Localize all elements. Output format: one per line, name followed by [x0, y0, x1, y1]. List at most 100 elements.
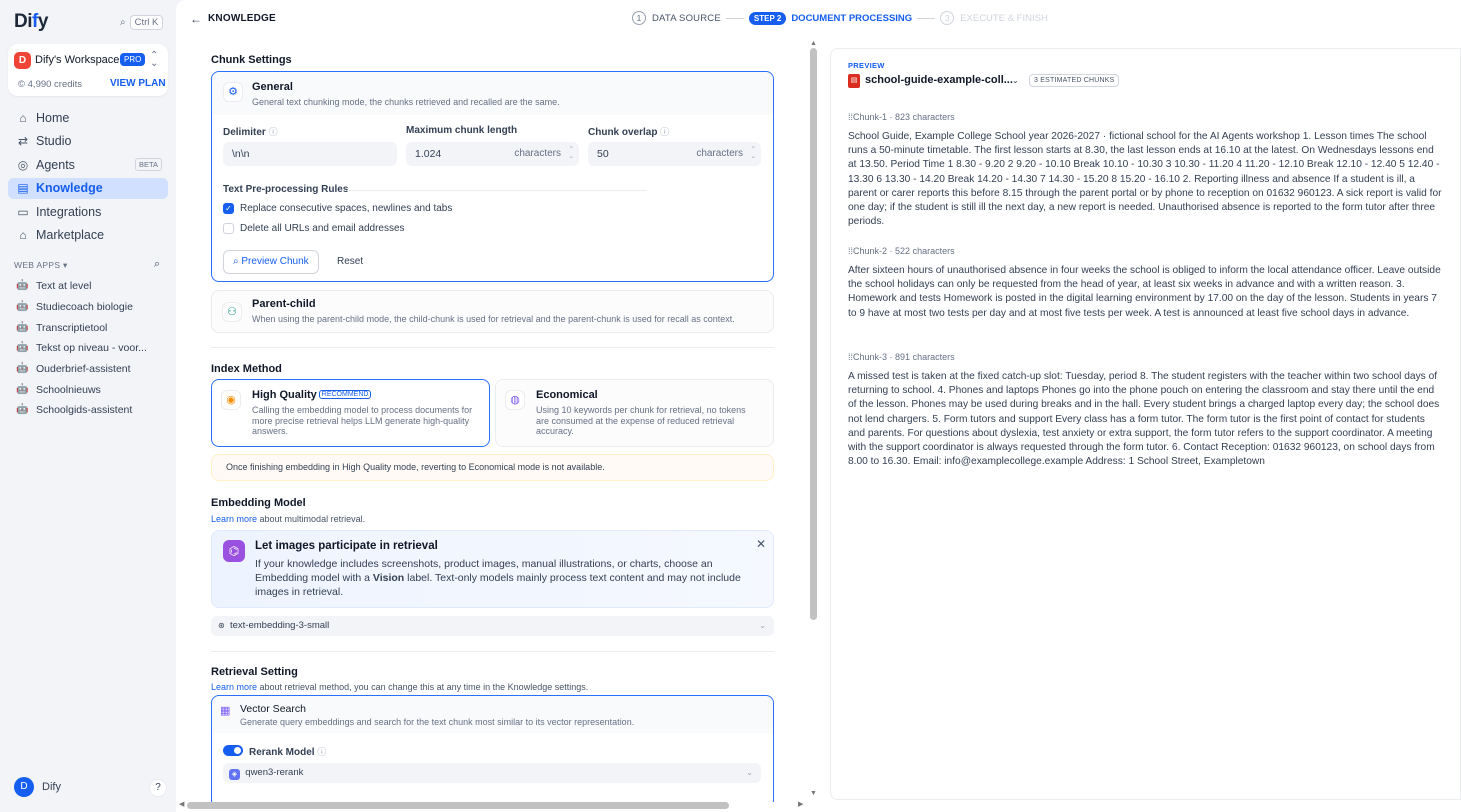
chevron-down-icon[interactable]: ⌄ [1012, 76, 1019, 85]
robot-icon: 🤖 [16, 301, 29, 313]
high-quality-title: High Quality RECOMMEND [252, 389, 372, 401]
qwen-icon: ◈ [229, 769, 240, 780]
dify-logo[interactable]: Dify [14, 11, 48, 33]
web-app-item[interactable]: 🤖 Schoolnieuws [8, 379, 168, 400]
high-quality-icon: ◉ [221, 390, 241, 410]
step-data-source[interactable]: DATA SOURCE [652, 13, 721, 24]
web-apps-toggle[interactable]: WEB APPS ▾ [14, 260, 68, 271]
index-warning-notice: Once finishing embedding in High Quality… [211, 454, 774, 481]
nav-home[interactable]: ⌂ Home [8, 107, 168, 128]
embedding-model-value: text-embedding-3-small [229, 620, 330, 631]
back-arrow-icon[interactable]: ← [190, 12, 202, 26]
workspace-card[interactable]: D Dify's Workspace PRO ⌃ ⌄ © 4,990 credit… [8, 44, 168, 96]
preview-file-name[interactable]: school-guide-example-coll... [865, 74, 1013, 86]
vector-search-card[interactable]: ▦ Vector Search Generate query embedding… [211, 695, 774, 802]
estimated-chunks-badge: 3 ESTIMATED CHUNKS [1029, 74, 1120, 87]
replace-spaces-label[interactable]: Replace consecutive spaces, newlines and… [240, 203, 452, 214]
close-icon[interactable]: ✕ [756, 537, 766, 551]
step-number: 3 [940, 11, 955, 25]
delimiter-input[interactable]: \n\n [223, 142, 397, 166]
max-length-input[interactable]: 1.024 characters ⌃ ⌄ [406, 142, 579, 166]
learn-more-link[interactable]: Learn more [211, 682, 257, 692]
nav-agents[interactable]: ◎ Agents BETA [8, 154, 168, 175]
image-retrieval-banner: ⌬ Let images participate in retrieval If… [211, 530, 774, 608]
rerank-model-select[interactable]: ◈ qwen3-rerank ⌄ [223, 763, 761, 783]
overlap-label: Chunk overlap ⓘ [588, 127, 670, 138]
chevron-down-icon: ⌄ [746, 768, 753, 777]
web-app-item[interactable]: 🤖 Transcriptietool [8, 317, 168, 338]
reset-button[interactable]: Reset [337, 256, 363, 267]
step-number: 1 [632, 11, 646, 25]
delete-urls-label[interactable]: Delete all URLs and email addresses [240, 223, 405, 234]
recommend-badge: RECOMMEND [318, 390, 372, 399]
search-icon[interactable]: ⌕ [154, 258, 160, 271]
nav-integrations[interactable]: ▭ Integrations [8, 201, 168, 222]
scroll-left-arrow-icon[interactable]: ◀ [179, 800, 184, 808]
parent-child-desc: When using the parent-child mode, the ch… [252, 314, 735, 324]
image-icon: ⌬ [223, 540, 245, 562]
scroll-right-arrow-icon[interactable]: ▶ [798, 800, 803, 808]
help-button[interactable]: ? [149, 779, 167, 797]
stepper-icon[interactable]: ⌃ ⌄ [569, 146, 574, 160]
shortcut-key: Ctrl K [129, 15, 164, 30]
divider [211, 347, 774, 348]
embedding-model-title: Embedding Model [211, 497, 306, 509]
parent-child-icon: ⚇ [222, 302, 242, 322]
main-panel: ← KNOWLEDGE 1 DATA SOURCE STEP 2 DOCUMEN… [176, 0, 1461, 812]
rerank-toggle[interactable] [223, 745, 243, 756]
replace-spaces-checkbox[interactable]: ✓ [223, 203, 234, 214]
app-label: Schoolgids-assistent [36, 404, 133, 417]
high-quality-desc: Calling the embedding model to process d… [252, 405, 473, 436]
general-mode-card[interactable]: ⚙ General General text chunking mode, th… [211, 71, 774, 282]
scroll-down-arrow-icon[interactable]: ▼ [810, 790, 817, 797]
rules-title: Text Pre-processing Rules [223, 184, 349, 195]
robot-icon: 🤖 [16, 280, 29, 292]
app-label: Studiecoach biologie [36, 301, 133, 314]
nav-label: Home [36, 110, 70, 125]
stepper-icon[interactable]: ⌃ ⌄ [751, 146, 756, 160]
learn-more-link[interactable]: Learn more [211, 514, 257, 524]
index-method-title: Index Method [211, 363, 282, 375]
web-app-item[interactable]: 🤖 Schoolgids-assistent [8, 400, 168, 421]
nav-marketplace[interactable]: ⌂ Marketplace [8, 225, 168, 246]
general-desc: General text chunking mode, the chunks r… [252, 97, 560, 107]
nav-studio[interactable]: ⇄ Studio [8, 131, 168, 152]
web-app-item[interactable]: 🤖 Text at level [8, 276, 168, 297]
economical-card[interactable]: ◍ Economical Using 10 keywords per chunk… [495, 379, 774, 447]
scroll-up-arrow-icon[interactable]: ▲ [810, 40, 817, 47]
web-app-item[interactable]: 🤖 Studiecoach biologie [8, 297, 168, 318]
overlap-input[interactable]: 50 characters ⌃ ⌄ [588, 142, 761, 166]
user-avatar[interactable]: D [14, 777, 34, 797]
switch-workspace-icon[interactable]: ⌃ ⌄ [150, 51, 158, 69]
horizontal-scrollbar[interactable] [187, 802, 729, 809]
nav-knowledge[interactable]: ▤ Knowledge [8, 177, 168, 199]
robot-icon: 🤖 [16, 342, 29, 354]
nav-label: Knowledge [36, 181, 103, 195]
high-quality-card[interactable]: ◉ High Quality RECOMMEND Calling the embe… [211, 379, 490, 447]
pdf-file-icon: ▤ [848, 74, 860, 88]
grid-icon: ▦ [220, 705, 231, 717]
web-app-item[interactable]: 🤖 Ouderbrief-assistent [8, 359, 168, 380]
web-app-item[interactable]: 🤖 Tekst op niveau - voor... [8, 338, 168, 359]
delete-urls-checkbox[interactable] [223, 223, 234, 234]
preview-chunk-button[interactable]: ⌕ Preview Chunk [223, 250, 319, 274]
preview-panel: PREVIEW ▤ school-guide-example-coll... ⌄… [830, 48, 1461, 800]
unit-label: characters [696, 148, 743, 159]
parent-child-mode-card[interactable]: ⚇ Parent-child When using the parent-chi… [211, 290, 774, 333]
settings-form: Chunk Settings ⚙ General General text ch… [211, 46, 774, 802]
embedding-model-select[interactable]: ⊛ text-embedding-3-small ⌄ [211, 616, 774, 636]
step-number-active: STEP 2 [748, 11, 787, 25]
nav-label: Marketplace [36, 228, 105, 242]
chunk-header: ⁞⁞Chunk-2 · 522 characters [848, 246, 955, 256]
search-shortcut[interactable]: ⌕ Ctrl K [120, 15, 164, 30]
view-plan-link[interactable]: VIEW PLAN [110, 78, 166, 89]
robot-icon: 🤖 [16, 404, 29, 416]
step-document-processing: DOCUMENT PROCESSING [791, 12, 913, 24]
user-name[interactable]: Dify [42, 781, 61, 793]
beta-badge: BETA [134, 158, 162, 171]
max-length-value: 1.024 [415, 148, 442, 160]
book-icon: ▤ [17, 181, 29, 195]
robot-icon: 🤖 [16, 363, 29, 375]
vertical-scrollbar[interactable] [810, 48, 817, 620]
info-icon: ⓘ [268, 127, 278, 137]
